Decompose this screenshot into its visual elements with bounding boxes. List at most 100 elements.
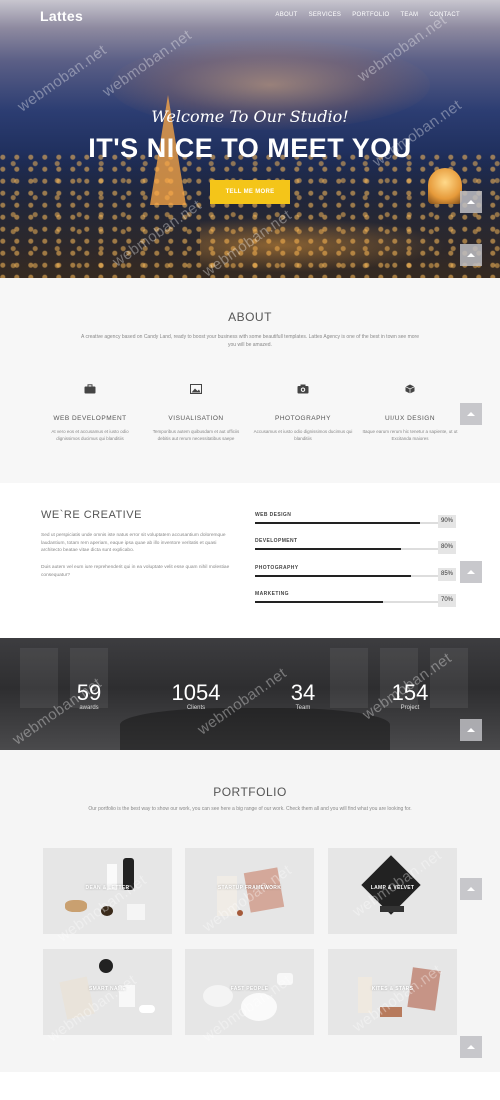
cup-image — [99, 959, 113, 973]
notebook-image — [217, 876, 237, 916]
stat-label: Team — [295, 705, 311, 711]
background-table — [120, 708, 390, 750]
portfolio-subtitle: Our portfolio is the best way to show ou… — [88, 806, 412, 812]
stat-team: 34 Team — [258, 680, 348, 712]
portfolio-item-kites-stars[interactable]: KITES & STARS — [328, 949, 457, 1035]
skill-track — [255, 522, 438, 524]
service-description: Itaque earum rerum hic tenetur a sapient… — [362, 429, 458, 441]
service-ui-ux-design: UI/UX DESIGN Itaque earum rerum hic tene… — [360, 384, 460, 442]
skill-value: 85% — [438, 568, 456, 581]
stat-project: 154 Project — [365, 680, 455, 712]
creative-title: WE`RE CREATIVE — [41, 509, 142, 521]
service-photography: PHOTOGRAPHY Accusamus et iusto odio dign… — [253, 384, 353, 442]
portfolio-item-startup-framework[interactable]: STARTUP FRAMEWORK — [185, 848, 314, 934]
nav-item-services[interactable]: SERVICES — [309, 12, 342, 18]
stat-number: 1054 — [171, 680, 221, 705]
skill-fill — [255, 575, 411, 577]
skill-bar-web-design: WEB DESIGN 90% — [255, 512, 456, 532]
cup-image — [277, 973, 293, 985]
skill-value: 80% — [438, 541, 456, 554]
skill-label: MARKETING — [255, 591, 289, 597]
coffee-beans-image — [101, 906, 113, 916]
croissant-image — [65, 900, 87, 912]
hero-section: Lattes ABOUT SERVICES PORTFOLIO TEAM CON… — [0, 0, 500, 278]
stat-awards: 59 awards — [44, 681, 134, 712]
portfolio-label: LAMP & VELVET — [370, 885, 415, 891]
tell-me-more-button[interactable]: TELL ME MORE — [210, 180, 290, 204]
badge-image — [237, 910, 243, 916]
box-image — [358, 977, 372, 1013]
skill-label: DEVELOPMENT — [255, 538, 298, 544]
nav-item-team[interactable]: TEAM — [400, 12, 418, 18]
pencil-image — [380, 1007, 402, 1017]
dome-image — [428, 168, 462, 204]
scroll-up-button[interactable] — [460, 244, 482, 266]
hero-title: IT'S NICE TO MEET YOU — [88, 133, 412, 163]
picture-icon — [190, 384, 202, 394]
skill-bar-photography: PHOTOGRAPHY 85% — [255, 565, 456, 585]
service-title: PHOTOGRAPHY — [275, 415, 331, 422]
hero-welcome-text: Welcome To Our Studio! — [151, 107, 349, 126]
scroll-up-button[interactable] — [460, 719, 482, 741]
service-title: UI/UX DESIGN — [384, 415, 436, 422]
service-title: VISUALISATION — [168, 415, 224, 422]
skill-track — [255, 575, 438, 577]
scroll-up-button[interactable] — [460, 878, 482, 900]
portfolio-item-lamp-velvet[interactable]: LAMP & VELVET — [328, 848, 457, 934]
about-section: ABOUT A creative agency based on Candy L… — [0, 278, 500, 483]
portfolio-label: KITES & STARS — [371, 986, 414, 992]
creative-paragraph: Sed ut perspiciatis unde omnis iste natu… — [41, 533, 226, 553]
skill-value: 90% — [438, 515, 456, 528]
skill-bar-marketing: MARKETING 70% — [255, 591, 456, 611]
creative-section: WE`RE CREATIVE Sed ut perspiciatis unde … — [0, 483, 500, 638]
nav-item-portfolio[interactable]: PORTFOLIO — [352, 12, 389, 18]
skill-bar-development: DEVELOPMENT 80% — [255, 538, 456, 558]
watermark-text: webmoban.net — [14, 41, 110, 116]
service-description: At vero eos et accusamus et iusto odio d… — [51, 429, 129, 441]
briefcase-icon — [84, 384, 96, 394]
scroll-up-button[interactable] — [460, 403, 482, 425]
site-logo[interactable]: Lattes — [40, 8, 83, 24]
stat-number: 154 — [391, 680, 429, 705]
paper-image — [59, 976, 95, 1020]
scroll-up-button[interactable] — [460, 1036, 482, 1058]
skill-label: PHOTOGRAPHY — [255, 565, 299, 571]
scroll-up-button[interactable] — [460, 191, 482, 213]
skill-track — [255, 548, 438, 550]
plate-image — [241, 993, 277, 1021]
portfolio-section: PORTFOLIO Our portfolio is the best way … — [0, 750, 500, 1072]
about-title: ABOUT — [228, 310, 272, 324]
page-footer-space — [0, 1072, 500, 1100]
service-visualisation: VISUALISATION Temporibus autem quibusdam… — [146, 384, 246, 442]
stat-number: 34 — [290, 680, 316, 705]
service-web-development: WEB DEVELOPMENT At vero eos et accusamus… — [40, 384, 140, 442]
portfolio-label: FAST PEOPLE — [230, 986, 269, 992]
skill-fill — [255, 522, 420, 524]
stat-clients: 1054 Clients — [151, 680, 241, 712]
skill-fill — [255, 548, 402, 550]
cube-icon — [405, 384, 415, 394]
portfolio-item-dean-letter[interactable]: DEAN & LETTER — [43, 848, 172, 934]
portfolio-item-smart-name[interactable]: SMART NAME — [43, 949, 172, 1035]
nav-item-contact[interactable]: CONTACT — [429, 12, 460, 18]
skill-value: 70% — [438, 594, 456, 607]
stat-label: awards — [79, 705, 99, 711]
stats-section: 59 awards 1054 Clients 34 Team 154 Proje… — [0, 638, 500, 750]
portfolio-label: SMART NAME — [89, 986, 126, 992]
nav-item-about[interactable]: ABOUT — [275, 12, 297, 18]
card-image — [127, 904, 145, 920]
service-title: WEB DEVELOPMENT — [53, 415, 127, 422]
about-subtitle: A creative agency based on Candy Land, r… — [81, 334, 419, 348]
lamp-base-image — [380, 906, 404, 912]
stat-label: Clients — [186, 705, 206, 711]
creative-paragraph: Duis autem vel eum iure reprehenderit qu… — [41, 565, 230, 578]
skill-label: WEB DESIGN — [255, 512, 292, 518]
portfolio-title: PORTFOLIO — [213, 785, 287, 799]
scroll-up-button[interactable] — [460, 561, 482, 583]
portfolio-item-fast-people[interactable]: FAST PEOPLE — [185, 949, 314, 1035]
portfolio-label: STARTUP FRAMEWORK — [217, 885, 282, 891]
skill-track — [255, 601, 438, 603]
service-description: Accusamus et iusto odio dignissimos duci… — [253, 429, 353, 441]
camera-icon — [297, 384, 309, 394]
stat-label: Project — [400, 705, 420, 711]
